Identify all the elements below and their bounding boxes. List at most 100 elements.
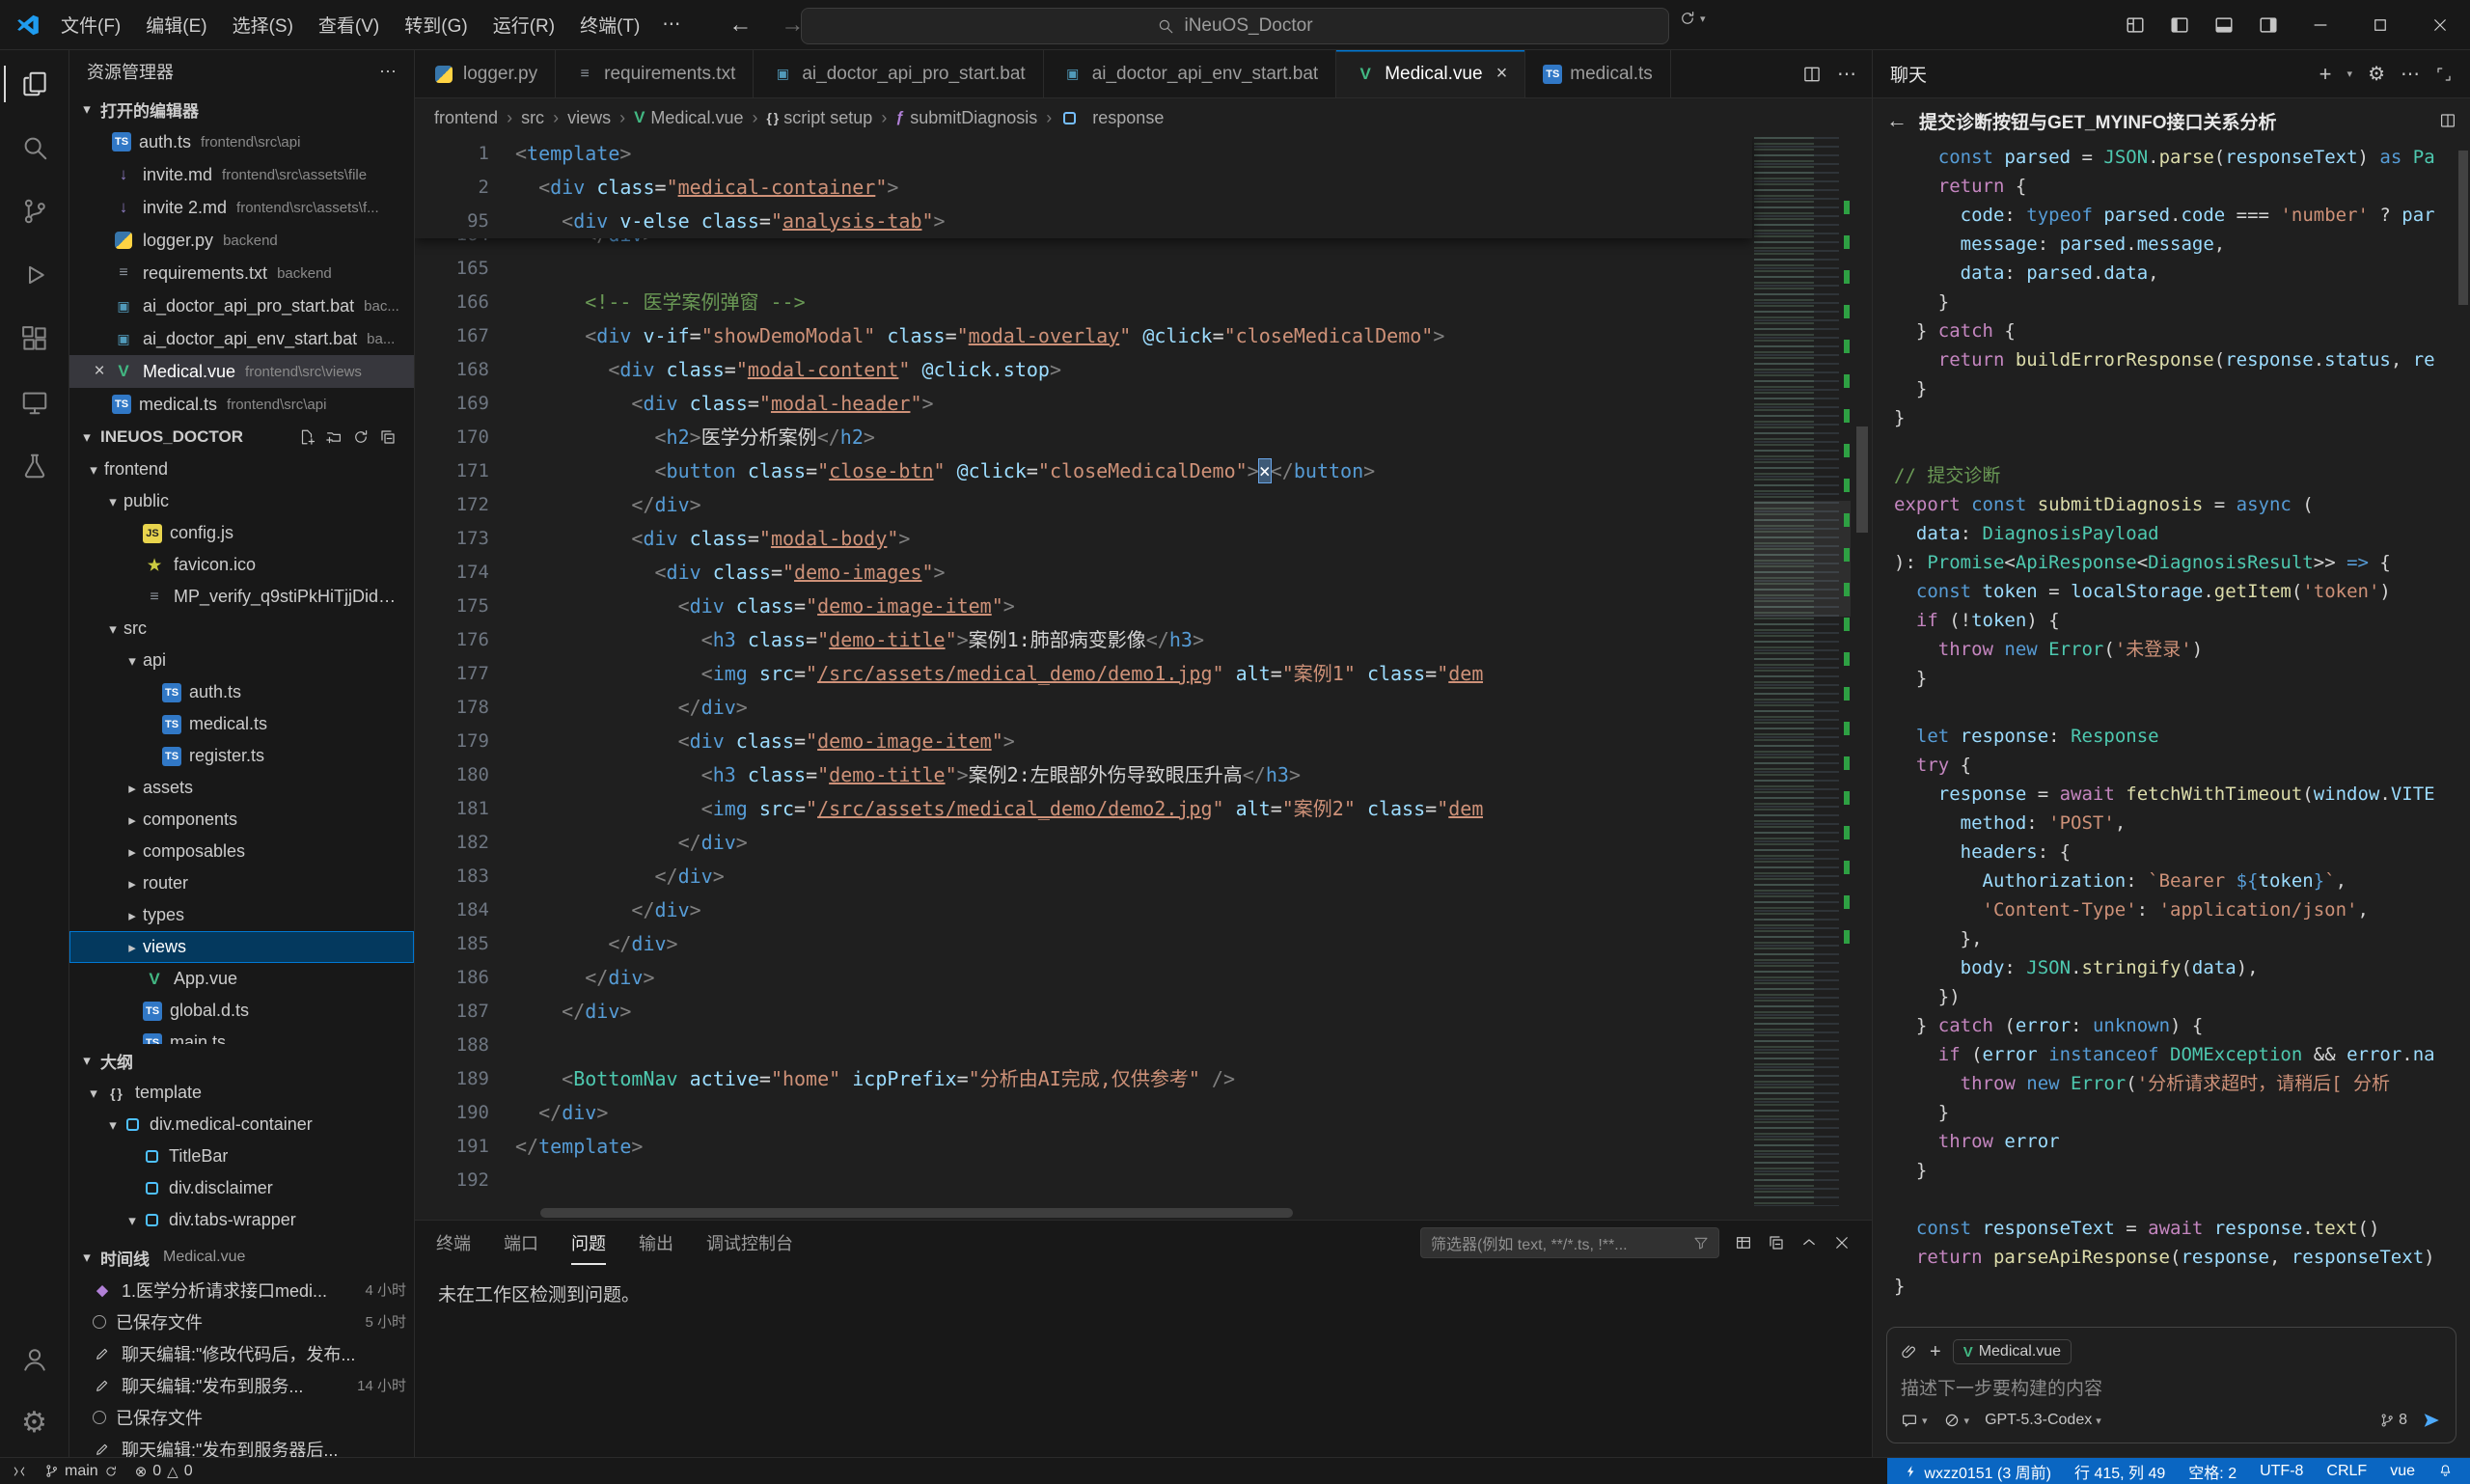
tree-item[interactable]: ▾frontend <box>69 453 414 485</box>
command-center-search[interactable]: iNeuOS_Doctor <box>801 8 1669 44</box>
code-line[interactable]: 2 <div class="medical-container"> <box>415 171 1752 205</box>
code-line[interactable]: message: parsed.message, <box>1894 230 2470 259</box>
panel-tab[interactable]: 调试控制台 <box>706 1221 793 1265</box>
send-button[interactable] <box>2421 1410 2442 1431</box>
code-line[interactable]: code: typeof parsed.code === 'number' ? … <box>1894 201 2470 230</box>
open-editor-item[interactable]: TSmedical.tsfrontend\src\api <box>69 388 414 421</box>
chat-back-icon[interactable]: ← <box>1886 108 1907 133</box>
breadcrumb-item[interactable]: VMedical.vue <box>634 108 743 128</box>
language-mode[interactable]: vue <box>2390 1458 2415 1484</box>
code-line[interactable]: 95 <div v-else class="analysis-tab"> <box>415 205 1752 238</box>
code-line[interactable]: } <box>1894 1098 2470 1127</box>
code-editor[interactable]: 164 </div>165166 <!-- 医学案例弹窗 -->167 <div… <box>415 137 1872 1220</box>
open-editor-item[interactable]: ≡requirements.txtbackend <box>69 257 414 289</box>
toggle-primary-sidebar-icon[interactable] <box>2157 0 2202 49</box>
menu-item[interactable]: 编辑(E) <box>133 0 219 49</box>
new-file-icon[interactable] <box>298 428 316 446</box>
breadcrumb-item[interactable]: src <box>521 108 544 128</box>
timeline-header[interactable]: ▾ 时间线 Medical.vue <box>69 1241 414 1274</box>
code-line[interactable]: 183 </div> <box>415 860 1752 893</box>
chevron-down-icon[interactable]: ▾ <box>102 620 124 638</box>
code-line[interactable]: 184 </div> <box>415 893 1752 927</box>
chat-input-placeholder[interactable]: 描述下一步要构建的内容 <box>1901 1374 2442 1400</box>
code-line[interactable] <box>1894 432 2470 461</box>
timeline-item[interactable]: 聊天编辑:"发布到服务...14 小时 <box>69 1369 414 1401</box>
code-line[interactable]: throw error <box>1894 1127 2470 1156</box>
code-line[interactable]: 190 </div> <box>415 1096 1752 1130</box>
maximize-panel-icon[interactable] <box>1800 1234 1818 1251</box>
open-editors-header[interactable]: ▾ 打开的编辑器 <box>69 93 414 125</box>
chat-mode-selector[interactable]: ▾ <box>1901 1412 1928 1429</box>
code-line[interactable]: 171 <button class="close-btn" @click="cl… <box>415 454 1752 488</box>
code-line[interactable]: throw new Error('分析请求超时，请稍后[ 分析 <box>1894 1069 2470 1098</box>
extensions-icon[interactable] <box>4 311 66 367</box>
code-line[interactable]: Authorization: `Bearer ${token}`, <box>1894 866 2470 895</box>
code-line[interactable]: const token = localStorage.getItem('toke… <box>1894 577 2470 606</box>
code-line[interactable]: return parseApiResponse(response, respon… <box>1894 1243 2470 1272</box>
tree-item[interactable]: ▾api <box>69 645 414 676</box>
code-line[interactable]: ): Promise<ApiResponse<DiagnosisResult>>… <box>1894 548 2470 577</box>
outline-item[interactable]: ▾div.tabs-wrapper <box>69 1204 414 1236</box>
code-line[interactable]: 189 <BottomNav active="home" icpPrefix="… <box>415 1062 1752 1096</box>
refresh-icon[interactable] <box>352 428 370 446</box>
minimize-button[interactable] <box>2291 0 2350 49</box>
timeline-item[interactable]: 已保存文件 <box>69 1401 414 1433</box>
panel-tab[interactable]: 终端 <box>436 1221 471 1265</box>
chevron-right-icon[interactable]: ▸ <box>122 939 143 956</box>
tree-item[interactable]: TSmain.ts <box>69 1027 414 1044</box>
panel-tab[interactable]: 输出 <box>639 1221 673 1265</box>
menu-item[interactable]: 查看(V) <box>306 0 392 49</box>
chevron-right-icon[interactable]: ▸ <box>122 780 143 797</box>
code-line[interactable]: 167 <div v-if="showDemoModal" class="mod… <box>415 319 1752 353</box>
outline-item[interactable]: ▾div.medical-container <box>69 1109 414 1140</box>
close-icon[interactable]: × <box>1496 63 1508 85</box>
code-line[interactable]: } catch { <box>1894 316 2470 345</box>
open-editor-item[interactable]: TSauth.tsfrontend\src\api <box>69 125 414 158</box>
code-line[interactable]: 178 </div> <box>415 691 1752 725</box>
close-button[interactable] <box>2410 0 2470 49</box>
scrollbar-thumb[interactable] <box>1856 426 1868 533</box>
panel-tab[interactable]: 端口 <box>504 1221 538 1265</box>
code-line[interactable]: const parsed = JSON.parse(responseText) … <box>1894 143 2470 172</box>
eol-setting[interactable]: CRLF <box>2326 1458 2367 1484</box>
code-line[interactable]: response = await fetchWithTimeout(window… <box>1894 780 2470 809</box>
code-line[interactable]: 185 </div> <box>415 927 1752 961</box>
problems-status[interactable]: ⊗0 △0 <box>135 1458 193 1484</box>
code-line[interactable]: throw new Error('未登录') <box>1894 635 2470 664</box>
tree-item[interactable]: VApp.vue <box>69 963 414 995</box>
tree-item[interactable]: ▸components <box>69 804 414 836</box>
new-folder-icon[interactable] <box>325 428 343 446</box>
editor-tab[interactable]: logger.py <box>415 50 556 97</box>
chat-panel-title[interactable]: 聊天 <box>1890 61 1927 87</box>
code-line[interactable]: 'Content-Type': 'application/json', <box>1894 895 2470 924</box>
close-panel-icon[interactable] <box>1833 1234 1851 1251</box>
timeline-item[interactable]: 聊天编辑:"修改代码后，发布... <box>69 1337 414 1369</box>
tree-item[interactable]: TSmedical.ts <box>69 708 414 740</box>
outline-item[interactable]: div.disclaimer <box>69 1172 414 1204</box>
code-line[interactable]: 172 </div> <box>415 488 1752 522</box>
collapse-all-icon[interactable] <box>379 428 397 446</box>
editor-tab[interactable]: ≡requirements.txt <box>556 50 754 97</box>
code-line[interactable]: 165 <box>415 252 1752 286</box>
code-line[interactable]: 186 </div> <box>415 961 1752 995</box>
code-line[interactable]: 182 </div> <box>415 826 1752 860</box>
chevron-right-icon[interactable]: ▸ <box>122 811 143 829</box>
code-line[interactable]: 176 <h3 class="demo-title">案例1:肺部病变影像</h… <box>415 623 1752 657</box>
code-line[interactable]: if (error instanceof DOMException && err… <box>1894 1040 2470 1069</box>
tree-item[interactable]: ▾public <box>69 485 414 517</box>
sidebar-more-icon[interactable]: ⋯ <box>379 62 397 82</box>
tree-item[interactable]: ★favicon.ico <box>69 549 414 581</box>
code-line[interactable]: return { <box>1894 172 2470 201</box>
editor-more-icon[interactable]: ⋯ <box>1837 62 1856 86</box>
code-line[interactable]: } <box>1894 1156 2470 1185</box>
new-chat-icon[interactable]: + <box>2319 64 2332 85</box>
open-editor-item[interactable]: ↓invite.mdfrontend\src\assets\file <box>69 158 414 191</box>
code-line[interactable]: } <box>1894 1272 2470 1301</box>
tree-item[interactable]: ▸assets <box>69 772 414 804</box>
code-line[interactable]: 187 </div> <box>415 995 1752 1029</box>
code-line[interactable]: 174 <div class="demo-images"> <box>415 556 1752 590</box>
attach-context-icon[interactable] <box>1901 1343 1918 1360</box>
search-icon[interactable] <box>4 120 66 176</box>
code-line[interactable]: 166 <!-- 医学案例弹窗 --> <box>415 286 1752 319</box>
menu-item[interactable]: 运行(R) <box>480 0 567 49</box>
